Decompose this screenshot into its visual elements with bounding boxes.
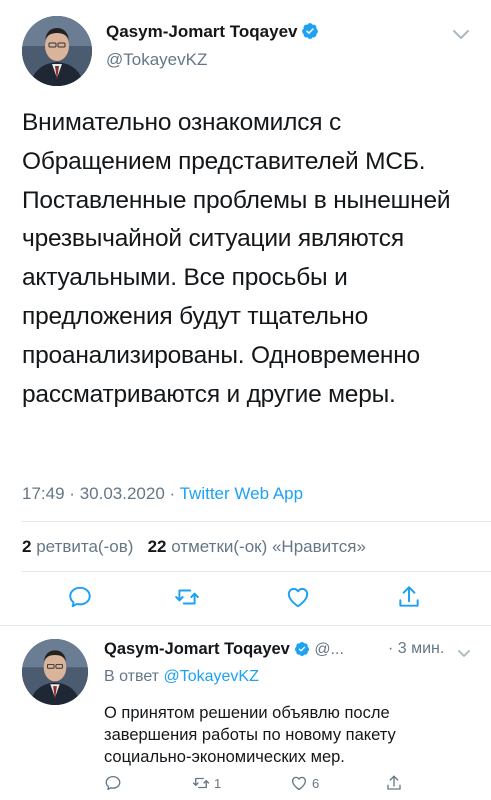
- meta-separator: ·: [69, 484, 75, 503]
- reply-header: Qasym-Jomart Toqayev @...: [104, 640, 344, 659]
- retweet-count: 1: [214, 775, 222, 791]
- tweet-time[interactable]: 17:49: [22, 484, 65, 503]
- heart-icon: [290, 774, 308, 792]
- chevron-down-icon[interactable]: [452, 28, 470, 40]
- main-tweet: Qasym-Jomart Toqayev @TokayevKZ Внимател…: [0, 0, 491, 625]
- author-handle[interactable]: @...: [314, 641, 344, 658]
- likes-label: отметки(-ок) «Нравится»: [171, 537, 366, 556]
- share-icon[interactable]: [396, 584, 422, 610]
- chevron-down-icon[interactable]: [457, 646, 471, 657]
- retweets-label: ретвита(-ов): [36, 537, 134, 556]
- reply-time[interactable]: · 3 мин.: [388, 640, 444, 658]
- reply-retweet-action[interactable]: 1: [192, 774, 221, 792]
- reply-to-handle-link[interactable]: @TokayevKZ: [163, 668, 258, 685]
- comment-icon[interactable]: [67, 584, 93, 610]
- author-name-row[interactable]: Qasym-Jomart Toqayev: [106, 22, 319, 42]
- reply-tweet[interactable]: Qasym-Jomart Toqayev @... · 3 мин. В отв…: [0, 625, 491, 800]
- reply-to-line: В ответ @TokayevKZ: [104, 668, 259, 686]
- retweet-icon[interactable]: [174, 584, 200, 610]
- author-handle[interactable]: @TokayevKZ: [106, 50, 207, 70]
- verified-badge-icon: [294, 641, 310, 657]
- author-name[interactable]: Qasym-Jomart Toqayev: [106, 22, 297, 41]
- author-avatar[interactable]: [22, 16, 92, 86]
- heart-icon[interactable]: [285, 584, 311, 610]
- retweets-stat[interactable]: 2 ретвита(-ов): [22, 537, 133, 556]
- reply-prefix: В ответ: [104, 668, 160, 685]
- author-name[interactable]: Qasym-Jomart Toqayev: [104, 640, 290, 658]
- comment-icon: [104, 774, 122, 792]
- tweet-text: Внимательно ознакомился с Обращением пре…: [22, 109, 451, 408]
- verified-badge-icon: [301, 22, 319, 40]
- like-count: 6: [312, 775, 320, 791]
- share-icon: [385, 774, 403, 792]
- meta-separator: ·: [169, 484, 176, 503]
- reply-text: О принятом решении объявлю после заверше…: [104, 704, 396, 766]
- tweet-source-link[interactable]: Twitter Web App: [180, 484, 303, 503]
- retweet-icon: [192, 774, 210, 792]
- divider: [22, 521, 491, 522]
- tweet-actions: [0, 584, 491, 620]
- avatar-portrait-image: [22, 16, 92, 86]
- avatar-portrait-image: [22, 639, 88, 705]
- retweets-count: 2: [22, 537, 32, 556]
- divider: [22, 571, 491, 572]
- reply-actions: 1 6: [0, 774, 491, 796]
- likes-stat[interactable]: 22 отметки(-ок) «Нравится»: [148, 537, 366, 556]
- author-avatar[interactable]: [22, 639, 88, 705]
- tweet-stats: 2 ретвита(-ов) 22 отметки(-ок) «Нравится…: [22, 537, 366, 557]
- reply-share-action[interactable]: [385, 774, 403, 792]
- tweet-meta: 17:49 · 30.03.2020 · Twitter Web App: [22, 484, 303, 504]
- tweet-date[interactable]: 30.03.2020: [80, 484, 165, 503]
- reply-comment-action[interactable]: [104, 774, 122, 792]
- reply-like-action[interactable]: 6: [290, 774, 319, 792]
- likes-count: 22: [147, 537, 167, 556]
